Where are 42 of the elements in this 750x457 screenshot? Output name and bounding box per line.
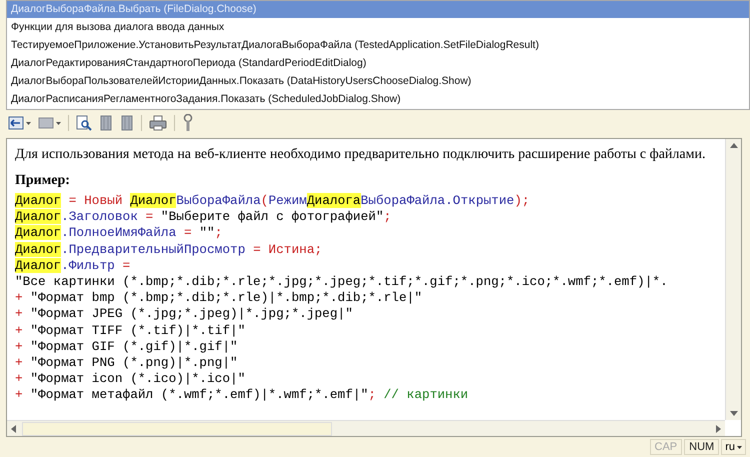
topic-item[interactable]: ТестируемоеПриложение.УстановитьРезультатДиалогаВыбораФайла (TestedApplication.SetFileDialogResult) xyxy=(7,37,749,54)
code-line: + "Формат icon (*.ico)|*.ico|" xyxy=(15,371,246,388)
caret-icon xyxy=(737,446,742,448)
code-line: Диалог.ПолноеИмяФайла = ""; xyxy=(15,225,224,242)
topic-item[interactable]: Функции для вызова диалога ввода данных xyxy=(7,19,749,36)
keyboard-indicator: NUM xyxy=(684,439,720,455)
caret-icon xyxy=(56,122,61,124)
print-toolbar-button[interactable] xyxy=(147,114,169,132)
code-line: "Все картинки (*.bmp;*.dib;*.rle;*.jpg;*.jpeg;*.tif;*.gif;*.png;*.ico;*.wmf;*.emf)|*. xyxy=(15,274,669,290)
topic-item[interactable]: ДиалогРасписанияРегламентногоЗадания.Показать (ScheduledJobDialog.Show) xyxy=(7,91,749,108)
code-line: + "Формат TIFF (*.tif)|*.tif|" xyxy=(15,322,246,339)
down-arrow-icon[interactable] xyxy=(730,411,738,416)
vertical-scrollbar[interactable] xyxy=(725,139,741,420)
search-toolbar-button[interactable] xyxy=(74,114,94,132)
panel-icon xyxy=(38,116,54,130)
topic-item[interactable]: ДиалогРедактированияСтандартногоПериода (StandardPeriodEditDialog) xyxy=(7,55,749,72)
note-paragraph: Для использования метода на веб-клиенте необходимо предварительно подключить расширение работы с файлами. xyxy=(15,147,706,163)
language-selector[interactable]: ru xyxy=(721,439,746,455)
code-line: + "Формат JPEG (*.jpg;*.jpeg)|*.jpg;*.jpeg|" xyxy=(15,306,354,323)
code-line: + "Формат метафайл (*.wmf;*.emf)|*.wmf;*.emf|"; // картинки xyxy=(15,387,470,404)
wrench-icon xyxy=(182,114,194,132)
printer-icon xyxy=(149,115,167,131)
code-line: Диалог.Фильтр = xyxy=(15,258,132,274)
example-heading: Пример: xyxy=(15,173,71,189)
code-line: Диалог.ПредварительныйПросмотр = Истина; xyxy=(15,242,324,258)
back-toolbar-button[interactable] xyxy=(6,115,33,131)
topic-item[interactable]: ДиалогВыбораПользователейИсторииДанных.Показать (DataHistoryUsersChooseDialog.Show) xyxy=(7,73,749,90)
keyboard-indicator: CAP xyxy=(650,439,682,455)
code-line: + "Формат GIF (*.gif)|*.gif|" xyxy=(15,338,239,356)
up-arrow-icon[interactable] xyxy=(730,143,738,148)
code-line: + "Формат bmp (*.bmp;*.dib;*.rle)|*.bmp;*.dib;*.rle|" xyxy=(15,290,424,306)
right-arrow-icon[interactable] xyxy=(716,424,721,432)
code-line: Диалог.Заголовок = "Выберите файл с фотографией"; xyxy=(15,209,392,226)
code-line: + "Формат PNG (*.png)|*.png|" xyxy=(15,355,239,372)
book-icon xyxy=(99,115,113,131)
book-icon xyxy=(120,115,134,131)
left-arrow-icon[interactable] xyxy=(11,424,16,432)
back-arrow-icon xyxy=(8,116,24,130)
search-icon xyxy=(76,115,92,131)
horizontal-scrollbar[interactable] xyxy=(7,420,725,436)
caret-icon xyxy=(26,122,31,124)
panel-toolbar-button[interactable] xyxy=(36,115,63,131)
